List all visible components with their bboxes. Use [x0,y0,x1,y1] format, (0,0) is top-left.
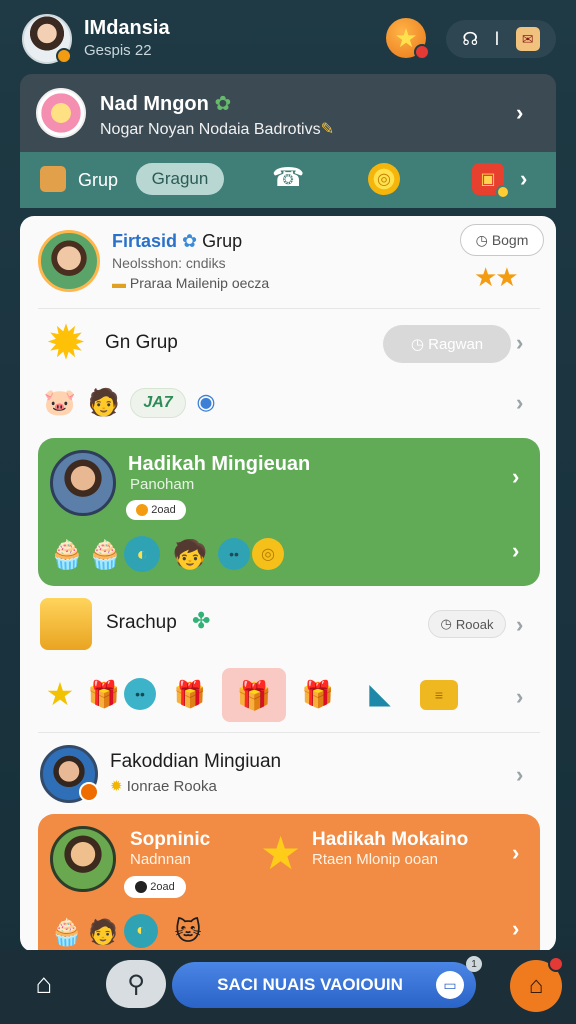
coin-icon: ◐ [124,914,158,948]
info-icon[interactable]: ǀ [495,29,500,50]
primary-cta-button[interactable]: SACI NUAIS VAOIOUIN ▭ [172,962,476,1008]
shop-button[interactable]: ⌂ [510,956,564,1012]
promo-chevron-icon[interactable]: › [516,100,523,126]
orange-card-title-right: Hadikah Mokaino [312,829,469,850]
orange-card-pill: 2oad [124,876,186,898]
gold-coin-icon: ◎ [252,538,284,570]
promo-title: Nad Mngon ✿ [100,93,232,115]
row1-subtitle-2: ▬ Praraa Mailenip oecza [112,275,270,291]
character-icon: 🧑 [88,918,118,946]
coin-icon[interactable]: ◎ [368,163,400,195]
row5-title: Srachup [106,612,177,633]
clock-icon: ◷ [440,616,452,631]
tab-gragun[interactable]: Gragun [136,163,224,195]
flag-icon: ◣ [369,677,391,709]
row1-button[interactable]: ◷ Bogm [460,224,544,256]
row1-stars-icon: ★★ [474,262,519,292]
sun-icon: ✹ [45,317,87,370]
promo-subtitle: Nogar Noyan Nodaia Badrotivs✎ [100,121,334,138]
row1-title: Firtasid ✿ Grup [112,231,243,251]
row2-button[interactable]: ◷ Ragwan [383,325,511,363]
star-icon: ★ [260,827,302,879]
coin-stack-icon: ≡ [420,680,458,710]
user-name: IMdansia [84,17,170,39]
boy-avatar-icon: 🧑 [87,386,121,417]
row3-chevron-icon[interactable]: › [516,390,523,416]
orange-card-chevron-icon[interactable]: › [512,840,519,866]
character-icon: 🧒 [172,538,208,570]
row7-chevron-icon[interactable]: › [516,762,523,788]
gift-icon: 🎁 [87,678,121,709]
chat-icon: ▭ [436,971,464,999]
orange-card-avatar [50,826,116,892]
row7-subtitle: ✹ Ionrae Rooka [110,778,217,795]
fox-avatar-icon: 🐷 [43,386,77,417]
row1-avatar [38,230,100,292]
status-dot [56,48,72,64]
group-icon [40,166,66,192]
avatar-badge [79,782,99,802]
green-card-title: Hadikah Mingieuan [128,453,311,475]
notification-badge [414,44,430,60]
top-actions-pill[interactable]: ☊ ǀ ✉ [446,20,556,58]
orange-card-row-chevron-icon[interactable]: › [512,916,519,942]
search-button[interactable]: ⚲ [106,960,166,1008]
clock-icon: ◷ [475,231,488,248]
divider [38,308,540,309]
user-subtitle: Gespis 22 [84,42,152,59]
home-icon[interactable]: ⌂ [26,966,62,1002]
row7-avatar [40,745,99,803]
row5-button[interactable]: ◷ Rooak [428,610,506,638]
inbox-icon[interactable]: ✉ [515,27,540,51]
star-icon: ★ [45,676,75,712]
gift-box-icon[interactable]: ▣ [472,163,510,199]
red-gift-icon: 🎁 [236,679,272,711]
smiley-icon: •• [124,678,156,710]
search-icon: ⚲ [127,970,145,998]
shield-icon: ◉ [196,389,216,414]
divider [38,732,540,733]
tab-grup[interactable]: Grup [78,170,118,191]
green-card-row-chevron-icon[interactable]: › [512,538,519,564]
green-card-chevron-icon[interactable]: › [512,464,519,490]
cupcake-icon: 🧁 [50,916,84,947]
orange-card-subtitle-right: Rtaen Mlonip ooan [312,851,438,868]
orange-card-subtitle-left: Nadnnan [130,851,191,868]
cupcake-icon: 🧁 [49,538,85,570]
treasure-box-icon [40,598,92,650]
row2-chevron-icon[interactable]: › [516,330,523,356]
row1-subtitle: Neolsshon: cndiks [112,255,226,271]
row2-title: Gn Grup [105,332,178,353]
green-card-pill: 2oad [126,500,186,520]
user-avatar[interactable] [22,14,72,64]
level-badge: JA7 [130,388,186,418]
cupcake-icon: 🧁 [87,538,123,570]
cat-character-icon: 🐱 [174,915,202,946]
coin-icon: ◐ [124,536,160,572]
phone-icon[interactable]: ☎ [272,162,304,194]
blue-gift-icon: 🎁 [301,678,335,709]
row5-chevron-icon[interactable]: › [516,612,523,638]
shop-badge [548,956,564,972]
face-icon: •• [218,538,250,570]
row6-chevron-icon[interactable]: › [516,684,523,710]
promo-icon [36,88,86,138]
row7-title: Fakoddian Mingiuan [110,751,282,772]
gift-icon: 🎁 [173,678,207,709]
tab-badge [496,185,510,199]
green-card-subtitle: Panoham [130,476,195,493]
green-card-avatar [50,450,116,516]
clover-icon: ✤ [192,608,211,633]
clock-icon: ◷ [410,336,429,353]
tab-chevron-icon[interactable]: › [520,166,527,192]
star-button[interactable]: ★ [386,18,430,60]
cta-badge: 1 [466,956,482,972]
headset-icon[interactable]: ☊ [462,29,478,50]
orange-card-title-left: Sopninic [130,829,211,850]
shop-icon: ⌂ [528,972,544,999]
